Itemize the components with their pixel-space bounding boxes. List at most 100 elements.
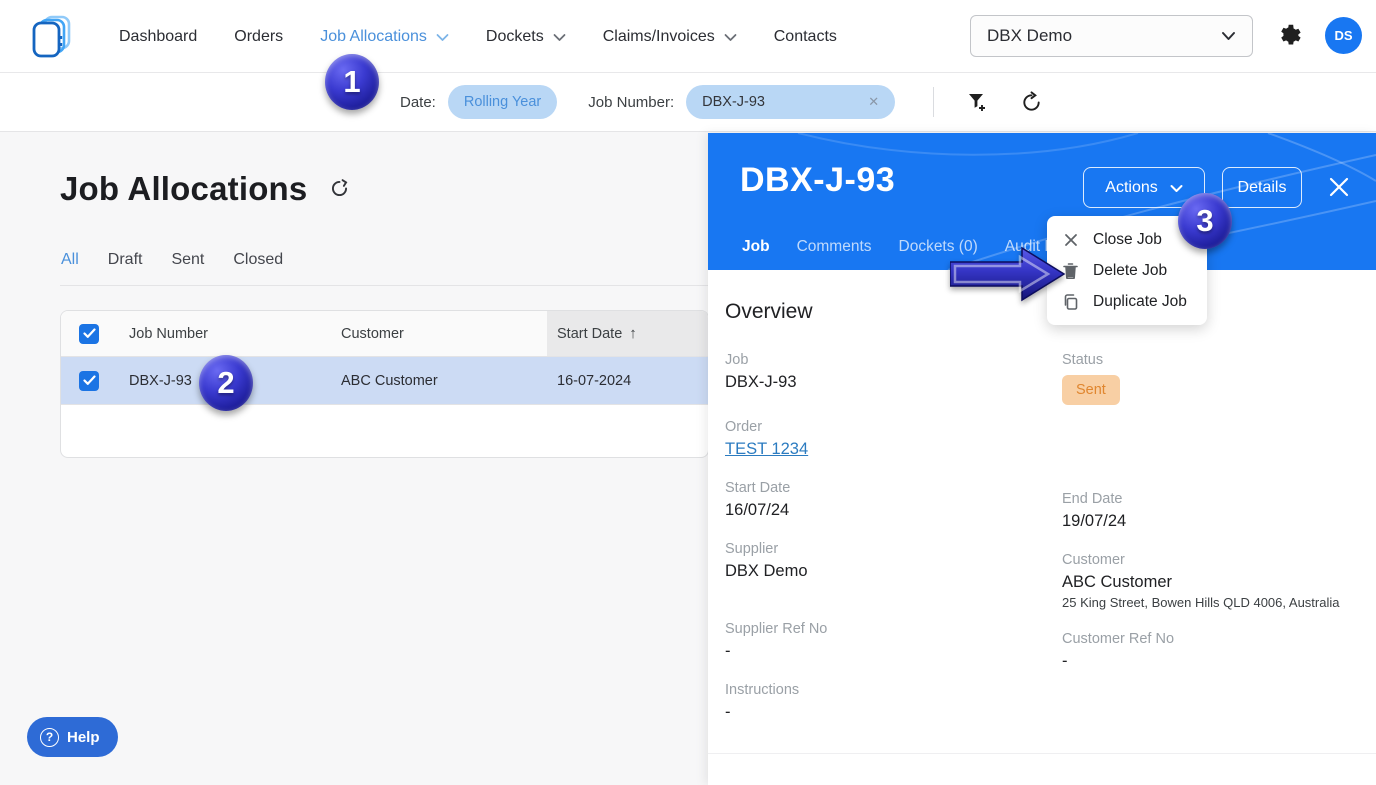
customer-ref-label: Customer Ref No <box>1062 631 1352 647</box>
tab-sent[interactable]: Sent <box>171 251 204 269</box>
clear-filter-icon[interactable]: ✕ <box>868 94 879 110</box>
row-checkbox[interactable] <box>79 371 99 391</box>
reset-filters-icon[interactable] <box>1012 83 1050 121</box>
cell-customer: ABC Customer <box>341 373 547 389</box>
chevron-down-icon <box>724 33 737 42</box>
instructions-label: Instructions <box>725 682 1062 698</box>
settings-gear-icon[interactable] <box>1277 22 1304 49</box>
nav-item-contacts[interactable]: Contacts <box>774 28 837 46</box>
supplier-ref-label: Supplier Ref No <box>725 621 1062 637</box>
job-label: Job <box>725 352 1062 368</box>
nav-label: Claims/Invoices <box>603 28 715 46</box>
overview-heading: Overview <box>725 300 1352 324</box>
status-badge: Sent <box>1062 375 1120 405</box>
end-date-value: 19/07/24 <box>1062 512 1352 531</box>
question-mark-icon: ? <box>40 728 59 747</box>
close-panel-icon[interactable] <box>1328 176 1350 198</box>
start-date-label: Start Date <box>725 480 1062 496</box>
help-label: Help <box>67 729 100 746</box>
nav-item-orders[interactable]: Orders <box>234 28 283 46</box>
supplier-value: DBX Demo <box>725 562 1062 581</box>
nav-item-job-allocations[interactable]: Job Allocations <box>320 28 449 46</box>
refresh-list-icon[interactable] <box>329 178 350 204</box>
annotation-step-3-badge: 3 <box>1178 193 1232 249</box>
tabs-divider <box>60 285 708 286</box>
chevron-down-icon <box>436 33 449 42</box>
supplier-label: Supplier <box>725 541 1062 557</box>
page-title: Job Allocations <box>60 170 307 208</box>
tab-closed[interactable]: Closed <box>233 251 283 269</box>
column-header-customer[interactable]: Customer <box>341 326 547 342</box>
menu-item-label: Close Job <box>1093 231 1162 249</box>
panel-title: DBX-J-93 <box>740 161 895 200</box>
nav-label: Contacts <box>774 28 837 46</box>
column-header-start-date[interactable]: Start Date ↑ <box>547 311 708 356</box>
customer-ref-value: - <box>1062 652 1352 671</box>
menu-item-delete-job[interactable]: Delete Job <box>1047 255 1207 286</box>
app-logo-icon[interactable] <box>28 14 74 60</box>
nav-label: Job Allocations <box>320 28 427 46</box>
nav-label: Orders <box>234 28 283 46</box>
add-filter-icon[interactable] <box>958 83 996 121</box>
avatar-initials: DS <box>1334 28 1352 43</box>
job-number-filter-value: DBX-J-93 <box>702 94 765 110</box>
sort-ascending-icon[interactable]: ↑ <box>629 325 637 342</box>
help-button[interactable]: ? Help <box>27 717 118 757</box>
actions-label: Actions <box>1105 179 1157 197</box>
details-button[interactable]: Details <box>1222 167 1302 208</box>
order-label: Order <box>725 419 1062 435</box>
menu-item-label: Delete Job <box>1093 262 1167 280</box>
supplier-ref-value: - <box>725 642 1062 661</box>
company-select[interactable]: DBX Demo <box>970 15 1253 57</box>
date-filter-value: Rolling Year <box>464 94 541 110</box>
job-detail-panel: DBX-J-93 Actions Details Job Comments Do… <box>708 133 1376 785</box>
panel-tab-comments[interactable]: Comments <box>797 238 872 256</box>
annotation-step-2-badge: 2 <box>199 355 253 411</box>
job-number-filter-label: Job Number: <box>588 94 674 111</box>
customer-address: 25 King Street, Bowen Hills QLD 4006, Au… <box>1062 595 1352 610</box>
nav-item-claims-invoices[interactable]: Claims/Invoices <box>603 28 737 46</box>
menu-item-duplicate-job[interactable]: Duplicate Job <box>1047 286 1207 317</box>
chevron-down-icon <box>1170 184 1183 193</box>
date-filter-label: Date: <box>400 94 436 111</box>
instructions-value: - <box>725 703 1062 722</box>
details-label: Details <box>1238 179 1287 197</box>
column-header-label: Start Date <box>557 326 622 342</box>
job-number-filter-chip[interactable]: DBX-J-93 ✕ <box>686 85 895 119</box>
status-tabs: All Draft Sent Closed <box>61 251 283 269</box>
chevron-down-icon <box>1221 31 1236 41</box>
nav-item-dockets[interactable]: Dockets <box>486 28 566 46</box>
nav-label: Dashboard <box>119 28 197 46</box>
customer-label: Customer <box>1062 552 1352 568</box>
column-header-job-number[interactable]: Job Number <box>117 326 341 342</box>
order-link[interactable]: TEST 1234 <box>725 440 808 458</box>
customer-value: ABC Customer <box>1062 573 1352 592</box>
top-navigation: Dashboard Orders Job Allocations Dockets… <box>0 0 1376 73</box>
company-select-value: DBX Demo <box>987 26 1072 46</box>
filter-bar: Date: Rolling Year Job Number: DBX-J-93 … <box>0 73 1376 132</box>
panel-body: Overview Job DBX-J-93 Order TEST 1234 St… <box>708 270 1376 743</box>
annotation-step-1-badge: 1 <box>325 54 379 110</box>
status-label: Status <box>1062 352 1352 368</box>
user-avatar[interactable]: DS <box>1325 17 1362 54</box>
end-date-label: End Date <box>1062 491 1352 507</box>
select-all-checkbox[interactable] <box>79 324 99 344</box>
table-row[interactable]: DBX-J-93 ABC Customer 16-07-2024 <box>61 357 708 405</box>
job-allocations-table: Job Number Customer Start Date ↑ DBX-J-9… <box>60 310 709 458</box>
nav-menu: Dashboard Orders Job Allocations Dockets… <box>119 0 837 73</box>
panel-tab-job[interactable]: Job <box>742 238 770 256</box>
start-date-value: 16/07/24 <box>725 501 1062 520</box>
tab-draft[interactable]: Draft <box>108 251 143 269</box>
filter-divider <box>933 87 934 117</box>
job-value: DBX-J-93 <box>725 373 1062 392</box>
menu-item-label: Duplicate Job <box>1093 293 1187 311</box>
panel-footer-divider <box>708 753 1376 754</box>
date-filter-chip[interactable]: Rolling Year <box>448 85 557 119</box>
cell-start-date: 16-07-2024 <box>547 357 708 404</box>
table-header-row: Job Number Customer Start Date ↑ <box>61 311 708 357</box>
annotation-arrow <box>950 245 1068 303</box>
tab-all[interactable]: All <box>61 251 79 269</box>
nav-label: Dockets <box>486 28 544 46</box>
chevron-down-icon <box>553 33 566 42</box>
nav-item-dashboard[interactable]: Dashboard <box>119 28 197 46</box>
